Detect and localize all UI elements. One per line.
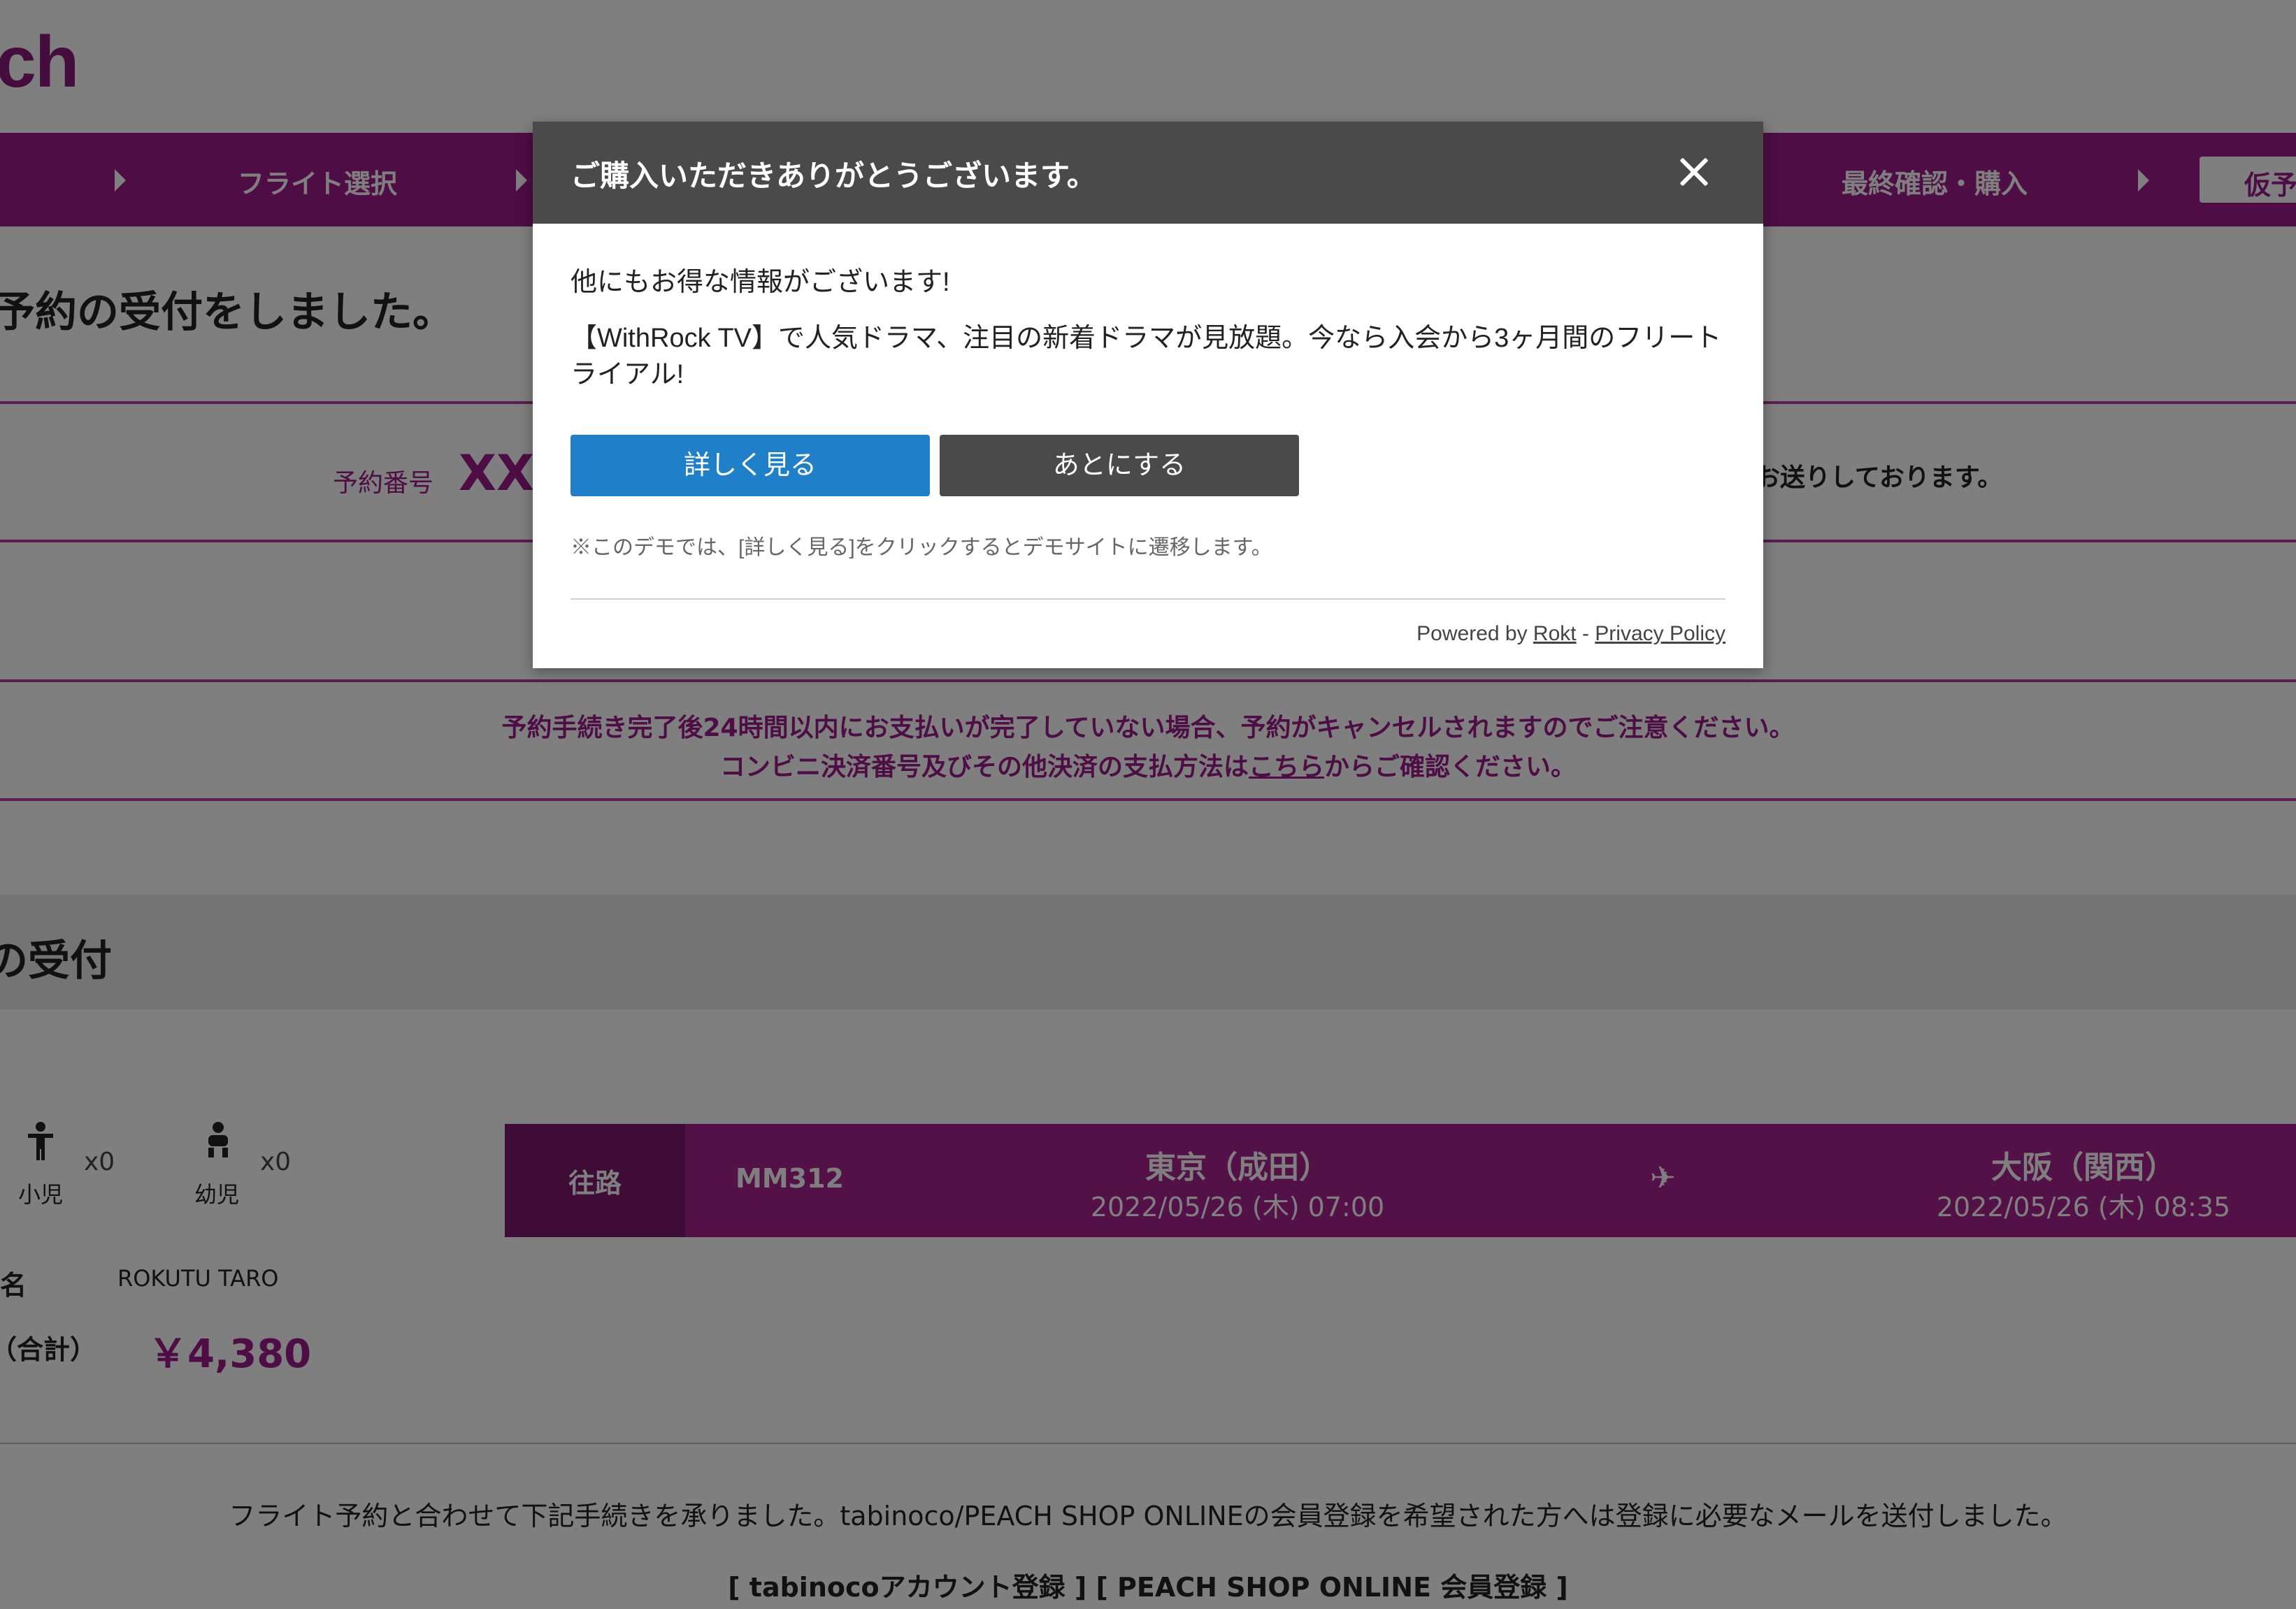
- demo-note: ※このデモでは、[詳しく見る]をクリックするとデモサイトに遷移します。: [571, 536, 1272, 559]
- close-icon[interactable]: [1672, 151, 1714, 193]
- rokt-link[interactable]: Rokt: [1533, 622, 1577, 645]
- privacy-policy-link[interactable]: Privacy Policy: [1595, 622, 1725, 645]
- modal-subtitle: 他にもお得な情報がございます!: [571, 268, 950, 297]
- later-button[interactable]: あとにする: [940, 435, 1299, 496]
- view-details-button[interactable]: 詳しく見る: [571, 435, 930, 496]
- promo-modal: ご購入いただきありがとうございます。 他にもお得な情報がございます! 【With…: [533, 122, 1763, 668]
- modal-title: ご購入いただきありがとうございます。: [571, 159, 1096, 193]
- modal-body-text: 【WithRock TV】で人気ドラマ、注目の新着ドラマが見放題。今なら入会から…: [571, 324, 1722, 389]
- powered-by-text: Powered by: [1416, 622, 1533, 645]
- divider: [571, 598, 1725, 600]
- modal-footer: Powered by Rokt - Privacy Policy: [1416, 622, 1725, 646]
- footer-separator: -: [1576, 622, 1595, 645]
